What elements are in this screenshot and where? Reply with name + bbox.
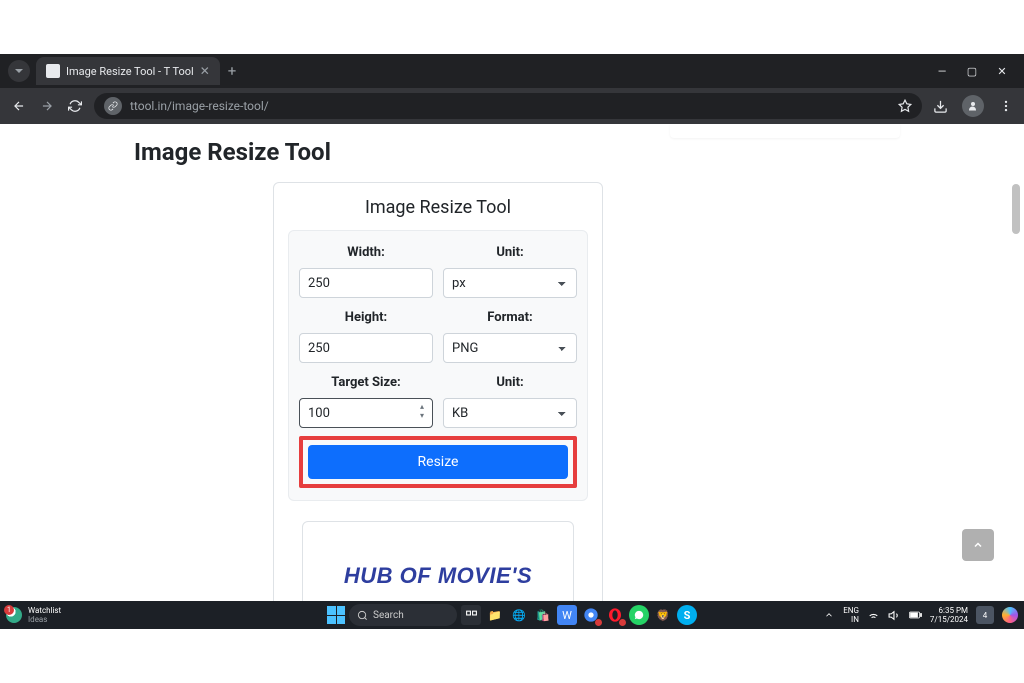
back-button[interactable]	[10, 97, 28, 115]
taskbar-app-explorer[interactable]: 📁	[485, 605, 505, 625]
tray-chevron-icon[interactable]	[822, 609, 835, 622]
taskbar: 1 Watchlist Ideas Search 📁 🌐 🛍️	[0, 601, 1024, 629]
card-title: Image Resize Tool	[288, 197, 588, 218]
scrollbar[interactable]	[1010, 124, 1020, 601]
taskbar-search[interactable]: Search	[349, 604, 457, 626]
tab-title: Image Resize Tool - T Tool	[66, 65, 194, 78]
tab-bar: Image Resize Tool - T Tool ✕ + — ▢ ✕	[0, 54, 1024, 88]
page-title: Image Resize Tool	[134, 138, 758, 166]
menu-icon[interactable]	[998, 98, 1014, 114]
url-input[interactable]: ttool.in/image-resize-tool/	[94, 93, 922, 119]
start-button[interactable]	[327, 606, 345, 624]
close-icon[interactable]: ✕	[200, 64, 210, 78]
format-select[interactable]: PNG	[443, 333, 577, 363]
task-view-icon[interactable]	[461, 605, 481, 625]
widgets-subtitle: Ideas	[28, 615, 61, 624]
battery-icon[interactable]	[909, 609, 922, 622]
notification-badge	[595, 619, 602, 626]
widgets-badge: 1	[4, 605, 14, 615]
size-unit-label: Unit:	[443, 371, 577, 390]
minimize-button[interactable]: —	[936, 65, 948, 78]
width-input[interactable]	[299, 268, 433, 298]
forward-button[interactable]	[38, 97, 56, 115]
site-info-icon[interactable]	[104, 97, 122, 115]
notification-center[interactable]: 4	[976, 606, 994, 624]
taskbar-app-chrome[interactable]	[581, 605, 601, 625]
taskbar-app-opera[interactable]	[605, 605, 625, 625]
search-placeholder: Search	[373, 610, 404, 621]
language-indicator[interactable]: ENG IN	[843, 606, 859, 624]
volume-icon[interactable]	[888, 609, 901, 622]
format-label: Format:	[443, 306, 577, 325]
search-icon	[357, 610, 368, 621]
highlight-annotation: Resize	[299, 436, 577, 488]
resize-card: Image Resize Tool Width: Unit: px Height…	[273, 182, 603, 601]
size-unit-select[interactable]: KB	[443, 398, 577, 428]
page-content: Image Resize Tool Image Resize Tool Widt…	[0, 124, 1024, 601]
taskbar-widgets[interactable]: 1 Watchlist Ideas	[0, 606, 61, 624]
resize-button[interactable]: Resize	[308, 445, 568, 479]
form-panel: Width: Unit: px Height: Format: PNG	[288, 230, 588, 501]
bookmark-icon[interactable]	[898, 99, 912, 113]
taskbar-app-skype[interactable]: S	[677, 605, 697, 625]
download-icon[interactable]	[932, 98, 948, 114]
widgets-title: Watchlist	[28, 606, 61, 615]
target-size-label: Target Size:	[299, 371, 433, 390]
scrollbar-thumb[interactable]	[1012, 184, 1020, 234]
taskbar-app-brave[interactable]: 🦁	[653, 605, 673, 625]
height-label: Height:	[299, 306, 433, 325]
wifi-icon[interactable]	[867, 609, 880, 622]
taskbar-app-edge[interactable]: 🌐	[509, 605, 529, 625]
notification-badge	[619, 619, 626, 626]
sidebar-widget	[670, 124, 900, 138]
taskbar-app-store[interactable]: 🛍️	[533, 605, 553, 625]
preview-card: HUB OF MOVIE'S	[302, 521, 574, 601]
new-tab-button[interactable]: +	[228, 62, 237, 80]
stepper-up-icon[interactable]: ▴	[417, 403, 427, 411]
tab-favicon	[46, 64, 60, 78]
maximize-button[interactable]: ▢	[966, 65, 978, 78]
widgets-icon: 1	[6, 607, 22, 623]
browser-tab[interactable]: Image Resize Tool - T Tool ✕	[36, 57, 220, 85]
profile-button[interactable]	[962, 95, 984, 117]
unit-select[interactable]: px	[443, 268, 577, 298]
reload-button[interactable]	[66, 97, 84, 115]
unit-label: Unit:	[443, 241, 577, 260]
scroll-to-top-button[interactable]	[962, 529, 994, 561]
copilot-icon[interactable]	[1002, 607, 1018, 623]
clock[interactable]: 6:35 PM 7/15/2024	[930, 606, 968, 624]
tab-search-dropdown[interactable]	[8, 60, 30, 82]
taskbar-app-word[interactable]: W	[557, 605, 577, 625]
width-label: Width:	[299, 241, 433, 260]
url-text: ttool.in/image-resize-tool/	[130, 99, 269, 113]
preview-image-text: HUB OF MOVIE'S	[344, 563, 532, 589]
height-input[interactable]	[299, 333, 433, 363]
target-size-input[interactable]	[299, 398, 433, 428]
close-window-button[interactable]: ✕	[996, 65, 1008, 78]
address-bar: ttool.in/image-resize-tool/	[0, 88, 1024, 124]
taskbar-app-whatsapp[interactable]	[629, 605, 649, 625]
stepper-down-icon[interactable]: ▾	[417, 412, 427, 420]
